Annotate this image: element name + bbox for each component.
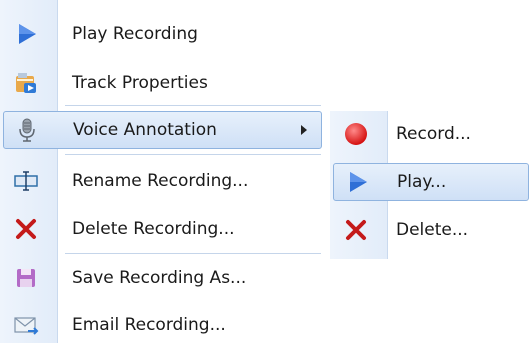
menu-item-save-recording-as[interactable]: Save Recording As... — [0, 259, 325, 297]
menu-item-label: Play... — [397, 172, 447, 192]
menu-item-label: Play Recording — [72, 24, 198, 44]
email-icon — [12, 311, 40, 339]
delete-icon — [12, 215, 40, 243]
submenu-item-record[interactable]: Record... — [330, 115, 532, 153]
menu-item-label: Delete... — [396, 220, 469, 240]
menu-item-track-properties[interactable]: Track Properties — [0, 64, 325, 102]
save-icon — [12, 264, 40, 292]
menu-item-label: Email Recording... — [72, 315, 226, 335]
track-properties-icon — [12, 69, 40, 97]
menu-item-label: Voice Annotation — [73, 120, 217, 140]
context-menu: Play Recording Track Properties Voice An… — [0, 0, 325, 343]
voice-annotation-submenu: Record... Play... Delete... — [330, 111, 532, 259]
menu-item-email-recording[interactable]: Email Recording... — [0, 306, 325, 344]
submenu-item-play[interactable]: Play... — [333, 163, 529, 201]
menu-item-label: Rename Recording... — [72, 171, 249, 191]
menu-item-label: Record... — [396, 124, 471, 144]
menu-item-voice-annotation[interactable]: Voice Annotation — [3, 111, 322, 149]
menu-item-rename-recording[interactable]: Rename Recording... — [0, 162, 325, 200]
record-icon — [342, 120, 370, 148]
menu-item-label: Save Recording As... — [72, 268, 247, 288]
microphone-icon — [13, 116, 41, 144]
delete-icon — [342, 216, 370, 244]
menu-item-delete-recording[interactable]: Delete Recording... — [0, 210, 325, 248]
submenu-arrow-icon — [301, 125, 307, 135]
menu-item-label: Delete Recording... — [72, 219, 235, 239]
play-icon — [12, 20, 40, 48]
menu-separator — [65, 154, 321, 155]
menu-item-label: Track Properties — [72, 73, 208, 93]
rename-icon — [12, 167, 40, 195]
menu-item-play-recording[interactable]: Play Recording — [0, 15, 325, 53]
menu-separator — [65, 253, 321, 254]
play-icon — [343, 168, 371, 196]
menu-separator — [65, 105, 321, 106]
submenu-item-delete[interactable]: Delete... — [330, 211, 532, 249]
